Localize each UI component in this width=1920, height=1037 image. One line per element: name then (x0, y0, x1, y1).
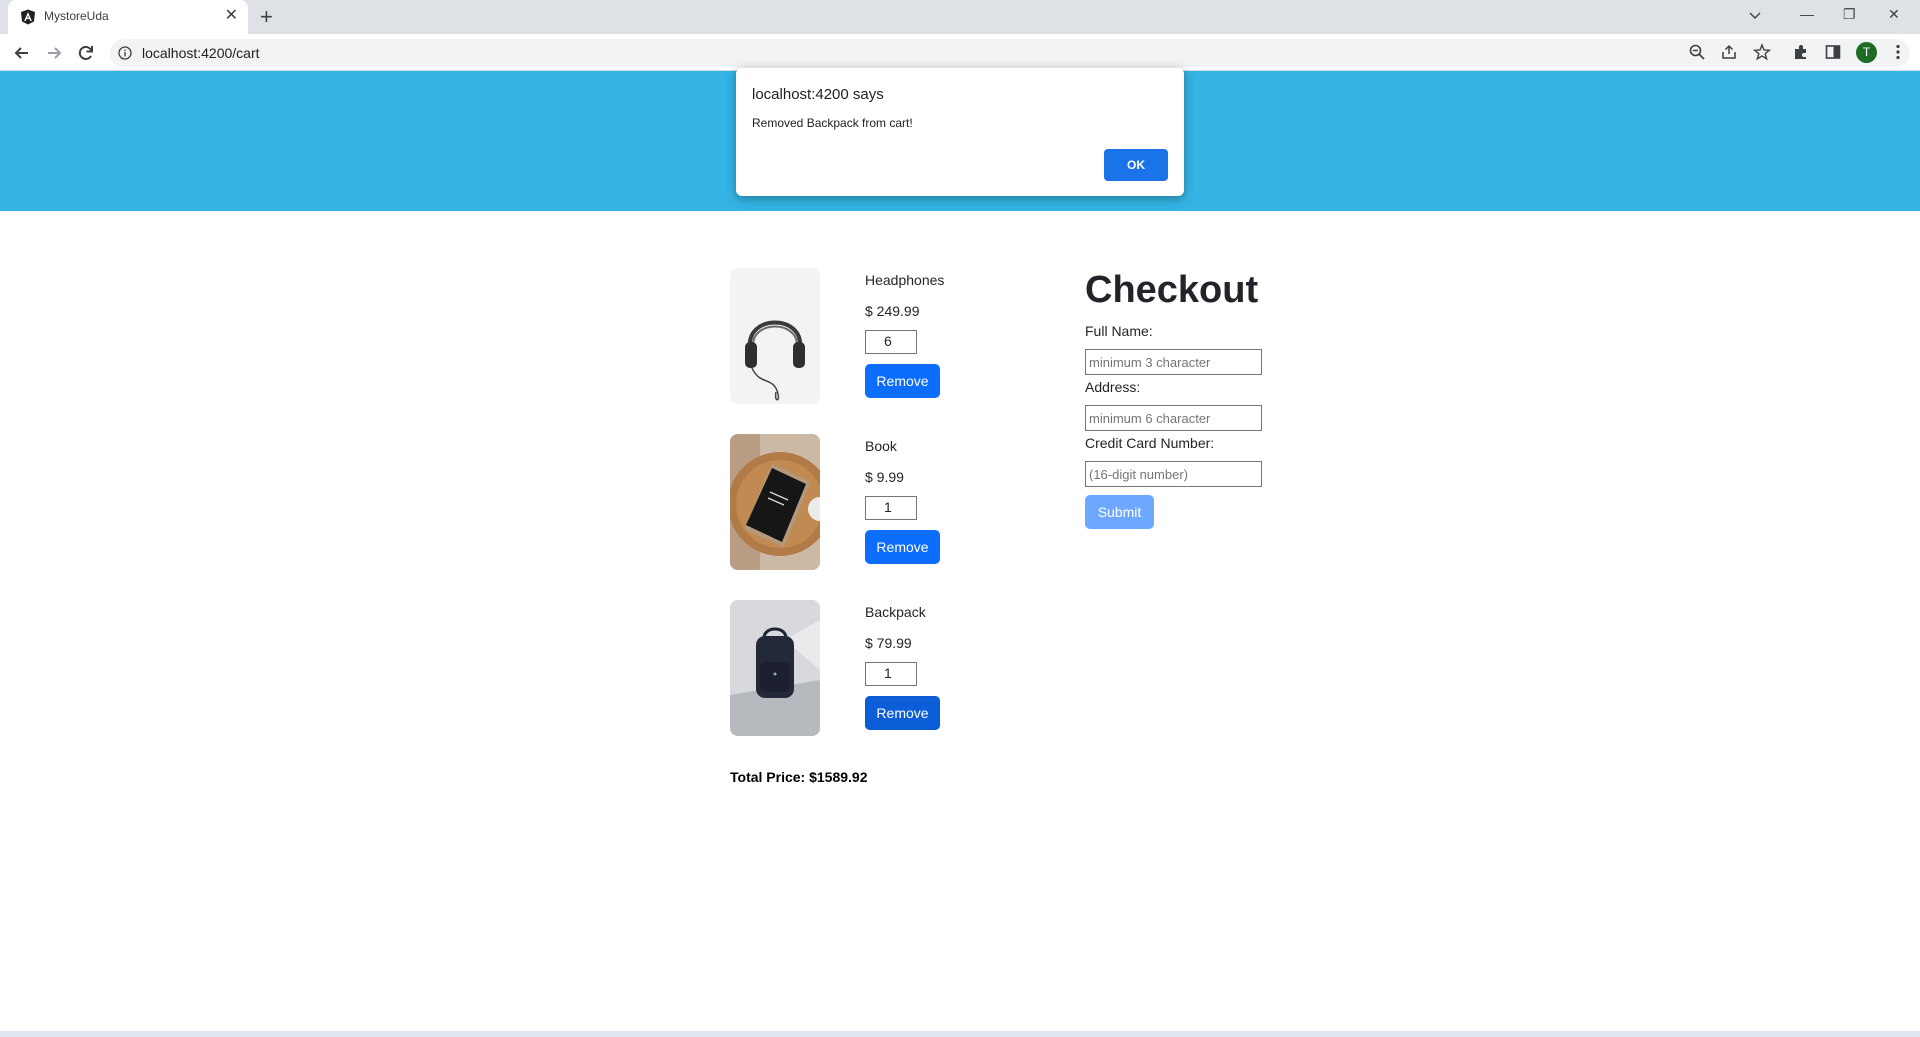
back-icon[interactable] (12, 43, 32, 63)
side-panel-icon[interactable] (1824, 43, 1842, 61)
dialog-ok-button[interactable]: OK (1104, 149, 1168, 181)
dialog-message: Removed Backpack from cart! (752, 116, 913, 130)
forward-icon[interactable] (44, 43, 64, 63)
cart-item-book: Book $ 9.99 1 Remove (730, 434, 990, 570)
full-name-label: Full Name: (1085, 323, 1153, 339)
checkout-title: Checkout (1085, 269, 1259, 311)
bottom-strip (0, 1031, 1920, 1037)
minimize-icon[interactable]: — (1800, 6, 1814, 22)
reload-icon[interactable] (76, 43, 96, 63)
restore-icon[interactable]: ❐ (1843, 6, 1856, 23)
browser-tab[interactable]: MystoreUda ✕ (8, 0, 248, 34)
share-icon[interactable] (1720, 43, 1738, 61)
close-window-icon[interactable]: ✕ (1888, 6, 1900, 23)
site-info-icon[interactable] (118, 46, 132, 60)
alert-dialog: localhost:4200 says Removed Backpack fro… (736, 68, 1184, 196)
full-name-input[interactable] (1085, 349, 1262, 375)
headphones-image (730, 268, 820, 404)
menu-kebab-icon[interactable] (1889, 43, 1907, 61)
zoom-icon[interactable] (1688, 43, 1706, 61)
total-price: Total Price: $1589.92 (730, 769, 868, 785)
submit-button[interactable]: Submit (1085, 495, 1154, 529)
item-name: Book (865, 438, 897, 454)
dialog-title: localhost:4200 says (752, 86, 884, 103)
backpack-image (730, 600, 820, 736)
item-name: Backpack (865, 604, 926, 620)
tab-search-icon[interactable] (1748, 8, 1762, 22)
profile-avatar[interactable]: T (1856, 42, 1877, 63)
item-price: $ 79.99 (865, 635, 912, 651)
address-bar[interactable]: localhost:4200/cart (110, 39, 1910, 67)
browser-toolbar: localhost:4200/cart T (0, 34, 1920, 71)
credit-card-label: Credit Card Number: (1085, 435, 1215, 451)
item-price: $ 249.99 (865, 303, 920, 319)
cart-item-headphones: Headphones $ 249.99 6 Remove (730, 268, 990, 404)
extensions-icon[interactable] (1792, 43, 1810, 61)
address-label: Address: (1085, 379, 1141, 395)
item-name: Headphones (865, 272, 945, 288)
new-tab-icon[interactable]: + (260, 4, 273, 30)
cart-item-backpack: Backpack $ 79.99 1 Remove (730, 600, 990, 736)
angular-logo-icon (21, 9, 35, 25)
quantity-input[interactable]: 1 (865, 496, 917, 520)
address-input[interactable] (1085, 405, 1262, 431)
item-price: $ 9.99 (865, 469, 904, 485)
remove-button[interactable]: Remove (865, 530, 940, 564)
tab-title: MystoreUda (44, 9, 109, 23)
remove-button[interactable]: Remove (865, 696, 940, 730)
book-image (730, 434, 820, 570)
bookmark-star-icon[interactable] (1753, 43, 1771, 61)
quantity-input[interactable]: 1 (865, 662, 917, 686)
quantity-input[interactable]: 6 (865, 330, 917, 354)
tab-close-icon[interactable]: ✕ (225, 7, 238, 25)
credit-card-input[interactable] (1085, 461, 1262, 487)
url-text: localhost:4200/cart (142, 45, 260, 61)
browser-tab-strip: MystoreUda ✕ + — ❐ ✕ (0, 0, 1920, 34)
remove-button[interactable]: Remove (865, 364, 940, 398)
